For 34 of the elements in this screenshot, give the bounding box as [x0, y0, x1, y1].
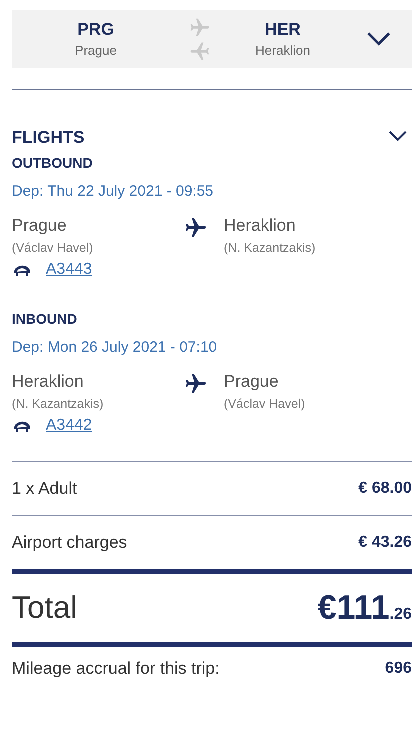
city-name: Prague: [12, 216, 68, 236]
route-bar[interactable]: PRG Prague HER Heraklion: [12, 10, 412, 68]
price-label: Airport charges: [12, 532, 128, 552]
chevron-down-icon[interactable]: [366, 31, 392, 47]
leg-label: INBOUND: [12, 311, 78, 327]
airport-name: (N. Kazantzakis): [224, 241, 317, 255]
price-amount: € 43.26: [358, 534, 412, 552]
mileage-label: Mileage accrual for this trip:: [12, 659, 220, 679]
flight-number-link[interactable]: A3442: [46, 417, 92, 435]
departure-time: Dep: Thu 22 July 2021 - 09:55: [12, 183, 215, 200]
city-name: Prague: [75, 43, 117, 58]
mileage-value: 696: [385, 660, 412, 678]
airport-code: PRG: [78, 20, 114, 40]
total-amount: €111: [318, 588, 390, 628]
airport-name: (Václav Havel): [224, 397, 306, 411]
total-label: Total: [12, 590, 78, 626]
leg-label: OUTBOUND: [12, 155, 94, 171]
city-name: Heraklion: [224, 216, 297, 236]
city-name: Heraklion: [256, 43, 310, 58]
airport-name: (Václav Havel): [12, 241, 94, 255]
price-amount: € 68.00: [358, 480, 412, 498]
flight-number-link[interactable]: A3443: [46, 261, 92, 279]
section-title: FLIGHTS: [12, 128, 85, 148]
plane-icon: [189, 16, 211, 38]
airport-name: (N. Kazantzakis): [12, 397, 105, 411]
total-cents: .26: [390, 606, 412, 624]
city-name: Heraklion: [12, 372, 85, 392]
city-name: Prague: [224, 372, 280, 392]
plane-icon: [184, 372, 208, 396]
airport-code: HER: [265, 20, 301, 40]
departure-time: Dep: Mon 26 July 2021 - 07:10: [12, 339, 218, 356]
chevron-down-icon[interactable]: [388, 130, 408, 142]
plane-icon: [184, 216, 208, 240]
price-label: 1 x Adult: [12, 478, 78, 498]
